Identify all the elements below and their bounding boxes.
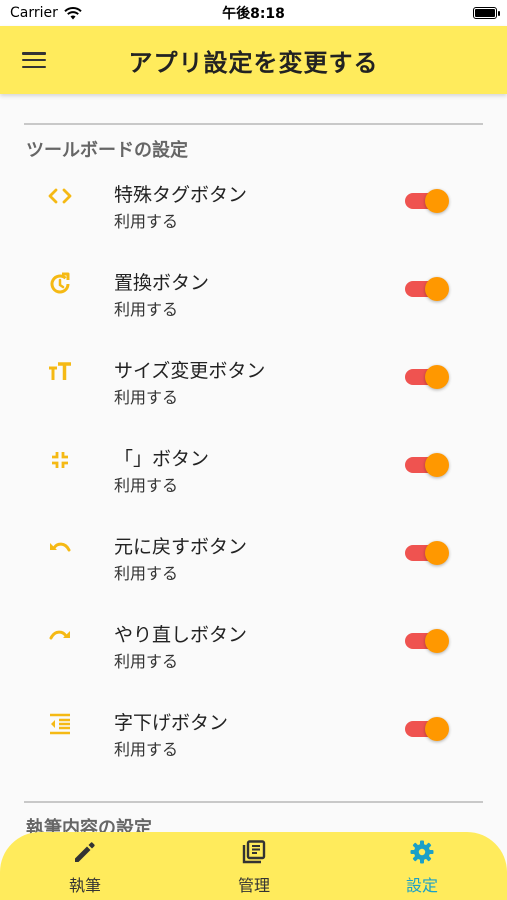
indent-toggle[interactable] [405, 712, 451, 744]
nav-label: 管理 [237, 876, 270, 895]
setting-row-corner-brackets[interactable]: 「」ボタン 利用する [0, 444, 507, 532]
setting-label: 元に戻すボタン [114, 536, 248, 558]
nav-item-write[interactable]: 執筆 [25, 832, 145, 900]
settings-content[interactable]: ツールボードの設定 特殊タグボタン 利用する 置換ボタン 利用する サイズ変更ボ… [0, 94, 507, 834]
setting-row-indent[interactable]: 字下げボタン 利用する [0, 708, 507, 796]
setting-label: 特殊タグボタン [114, 184, 248, 206]
wifi-icon [64, 6, 82, 19]
corner-brackets-toggle[interactable] [405, 448, 451, 480]
gear-icon [408, 838, 436, 866]
setting-row-undo[interactable]: 元に戻すボタン 利用する [0, 532, 507, 620]
library-icon [240, 838, 268, 866]
replace-icon [44, 268, 76, 300]
setting-row-size-change[interactable]: サイズ変更ボタン 利用する [0, 356, 507, 444]
text-size-icon [44, 356, 76, 388]
corner-brackets-icon [44, 444, 76, 476]
replace-toggle[interactable] [405, 272, 451, 304]
section-divider [24, 123, 483, 125]
nav-item-settings[interactable]: 設定 [362, 832, 482, 900]
special-tag-toggle[interactable] [405, 184, 451, 216]
toolboard-section-title: ツールボードの設定 [26, 140, 188, 161]
status-left: Carrier [10, 5, 82, 21]
section-divider [24, 801, 483, 803]
setting-sublabel: 利用する [114, 652, 179, 671]
nav-item-manage[interactable]: 管理 [194, 832, 314, 900]
setting-sublabel: 利用する [114, 740, 179, 759]
setting-sublabel: 利用する [114, 476, 179, 495]
setting-sublabel: 利用する [114, 388, 179, 407]
indent-icon [44, 708, 76, 740]
setting-label: サイズ変更ボタン [114, 360, 266, 382]
setting-row-redo[interactable]: やり直しボタン 利用する [0, 620, 507, 708]
bottom-navigation: 執筆 管理 設定 [0, 832, 507, 900]
setting-label: 「」ボタン [114, 448, 210, 470]
nav-label: 設定 [405, 876, 438, 895]
nav-label: 執筆 [68, 876, 101, 895]
setting-label: やり直しボタン [114, 624, 248, 646]
undo-toggle[interactable] [405, 536, 451, 568]
redo-icon [44, 620, 76, 652]
redo-toggle[interactable] [405, 624, 451, 656]
status-bar: Carrier 午後8:18 [0, 0, 507, 26]
size-change-toggle[interactable] [405, 360, 451, 392]
code-brackets-icon [44, 180, 76, 212]
hamburger-menu-icon[interactable] [22, 50, 46, 70]
page-title: アプリ設定を変更する [128, 48, 379, 77]
setting-label: 字下げボタン [114, 712, 229, 734]
carrier-label: Carrier [10, 5, 58, 21]
setting-row-replace[interactable]: 置換ボタン 利用する [0, 268, 507, 356]
setting-sublabel: 利用する [114, 300, 179, 319]
setting-row-special-tag[interactable]: 特殊タグボタン 利用する [0, 180, 507, 268]
setting-sublabel: 利用する [114, 564, 179, 583]
writing-section-title: 執筆内容の設定 [26, 818, 152, 834]
setting-sublabel: 利用する [114, 212, 179, 231]
pencil-icon [71, 838, 99, 866]
setting-label: 置換ボタン [114, 272, 210, 294]
app-bar: アプリ設定を変更する [0, 26, 507, 94]
battery-icon [473, 7, 500, 19]
undo-icon [44, 532, 76, 564]
